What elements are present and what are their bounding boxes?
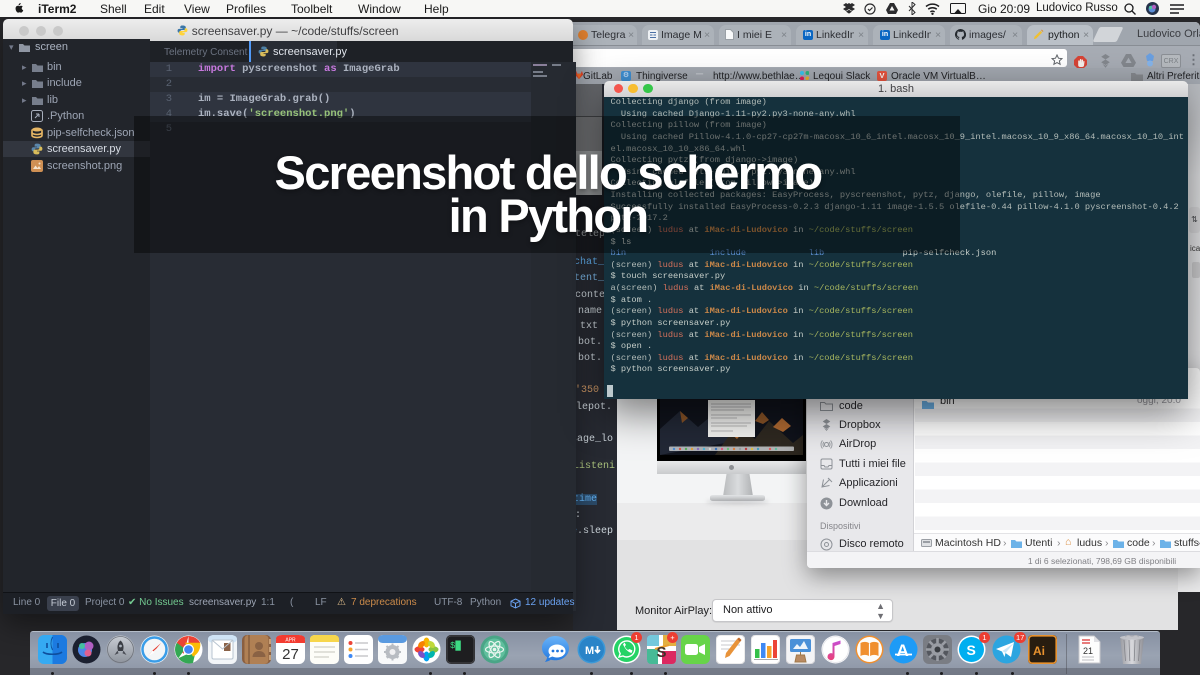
svg-text:S: S xyxy=(656,644,666,661)
svg-text:$█: $█ xyxy=(450,640,461,651)
svg-text:Ai: Ai xyxy=(1033,644,1045,658)
svg-text:APR: APR xyxy=(285,638,296,644)
svg-text:27: 27 xyxy=(282,646,299,663)
svg-text:A: A xyxy=(896,641,908,660)
svg-text:21: 21 xyxy=(1083,646,1093,656)
svg-text:M: M xyxy=(585,645,594,657)
svg-text:S: S xyxy=(966,642,975,658)
